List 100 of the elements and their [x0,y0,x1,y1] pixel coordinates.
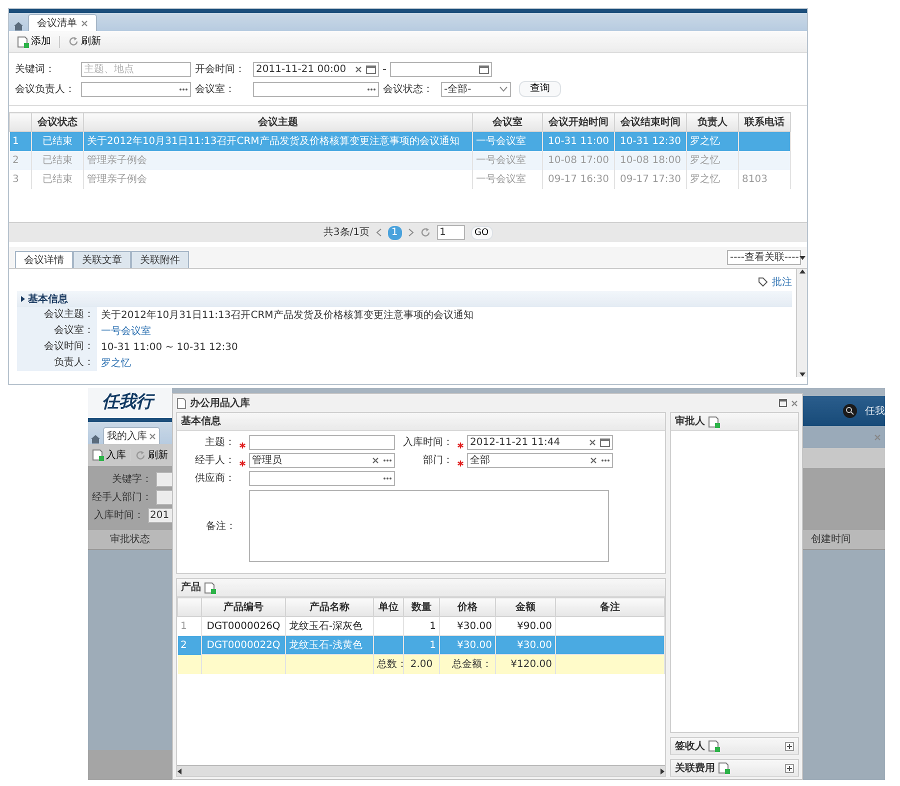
input-field[interactable] [249,435,395,450]
search-button[interactable]: 查询 [519,81,561,97]
input-field[interactable]: 全部 [467,453,613,468]
table-cell: ¥30.00 [496,636,556,654]
calendar-icon[interactable] [600,438,610,447]
close-icon[interactable] [81,20,88,26]
total-value: 2.00 [404,654,440,674]
close-icon[interactable] [791,400,798,406]
tag-icon [758,277,768,287]
add-document-icon[interactable] [708,740,720,752]
column-header: 会议开始时间 [542,112,614,132]
search-icon[interactable] [843,404,857,418]
maximize-icon[interactable] [779,399,787,407]
table-cell: 关于2012年10月31日11:13召开CRM产品发货及价格核算变更注意事项的会议通知 [84,132,472,150]
room-field[interactable] [253,82,379,96]
refresh-icon [68,36,79,47]
column-header: 单位 [374,598,404,616]
add-document-icon[interactable] [708,416,720,428]
end-date-field[interactable] [390,62,492,76]
field-label: 主题： [205,436,235,450]
table-cell: 已结束 [32,170,84,188]
scroll-down-icon[interactable] [798,372,806,377]
column-header: 会议状态 [32,112,84,132]
column-header: 审批状态 [88,530,172,550]
table-cell: DGT0000022Q [202,636,286,654]
tab[interactable]: 关联附件 [131,251,189,268]
more-icon[interactable] [383,459,392,462]
go-button[interactable]: GO [470,226,493,240]
input-field[interactable]: 201 [148,508,172,522]
input-field[interactable] [249,471,395,486]
input-field[interactable]: 管理员 [249,453,395,468]
home-icon[interactable] [90,434,101,444]
column-header: 备注 [556,598,664,616]
tab[interactable]: 关联文章 [73,251,131,268]
refresh-icon [420,227,431,238]
more-icon[interactable] [367,88,376,90]
status-select[interactable]: -全部- [441,82,511,96]
expand-arrow-icon[interactable] [21,296,25,302]
expand-icon[interactable] [785,764,794,772]
more-icon[interactable] [383,477,392,480]
row-number: 2 [10,150,32,170]
field-label: 开会时间： [195,62,246,76]
column-header: 产品编号 [202,598,286,616]
home-icon[interactable] [13,21,24,31]
clear-icon[interactable] [355,66,362,72]
value-link[interactable]: 罗之忆 [101,356,131,370]
table-cell: 一号会议室 [472,150,542,170]
annotate-link[interactable]: 批注 [758,274,792,290]
refresh-button[interactable]: 刷新 [66,34,103,49]
field-label: 关键字： [112,472,152,486]
field-label: 会议负责人： [15,82,76,96]
scrollbar[interactable] [177,765,665,776]
clear-icon[interactable] [590,457,597,464]
total-value: ¥120.00 [496,654,556,674]
column-header: 联系电话 [738,112,790,132]
document-icon [177,398,186,408]
row-number: 1 [10,132,32,150]
clear-icon[interactable] [372,457,379,464]
add-document-icon[interactable] [718,762,730,774]
scrollbar[interactable] [796,269,807,377]
dropdown-icon[interactable] [798,254,806,260]
column-header: 创建时间 [803,530,885,550]
owner-field[interactable] [81,82,191,96]
calendar-icon[interactable] [366,64,376,74]
add-button[interactable]: 添加 [15,34,53,49]
clear-icon[interactable] [589,439,596,446]
notes-field[interactable] [249,490,609,562]
add-document-icon[interactable] [204,582,216,594]
add-button[interactable]: 入库 [90,448,128,462]
tab[interactable]: 会议详情 [15,251,73,268]
close-icon[interactable] [149,432,156,440]
refresh-button[interactable]: 刷新 [133,448,170,462]
next-page-icon[interactable] [408,228,414,237]
input-field[interactable] [156,472,172,486]
scroll-right-icon[interactable] [660,768,665,774]
field-label: 入库时间： [94,508,144,522]
column-header: 会议结束时间 [614,112,686,132]
more-icon[interactable] [601,459,610,462]
input-field[interactable]: 2012-11-21 11:44 [467,435,613,450]
tab[interactable]: 我的入库 [103,427,160,444]
more-icon[interactable] [179,88,188,90]
calendar-icon[interactable] [479,64,489,74]
table-cell: 管理亲子例会 [84,170,472,188]
table-cell: 10-31 11:00 [542,132,614,150]
field-label: 负责人： [17,355,97,371]
start-date-field[interactable]: 2011-11-21 00:00 [253,62,379,76]
tab[interactable]: 会议清单 [28,14,97,31]
scroll-left-icon[interactable] [177,768,182,774]
row-number: 3 [10,170,32,188]
page-input[interactable]: 1 [436,225,465,240]
table-cell: 一号会议室 [472,132,542,150]
value-link[interactable]: 一号会议室 [101,324,151,338]
previous-page-icon[interactable] [376,228,382,237]
expand-icon[interactable] [785,742,794,750]
panel-title: 签收人 [675,740,705,754]
table-cell: 10-08 18:00 [614,150,686,170]
field-label: 会议状态： [383,82,434,96]
field-label: 会议主题： [17,307,97,323]
input-field[interactable] [156,490,172,504]
field-label: 经手人： [195,454,235,468]
